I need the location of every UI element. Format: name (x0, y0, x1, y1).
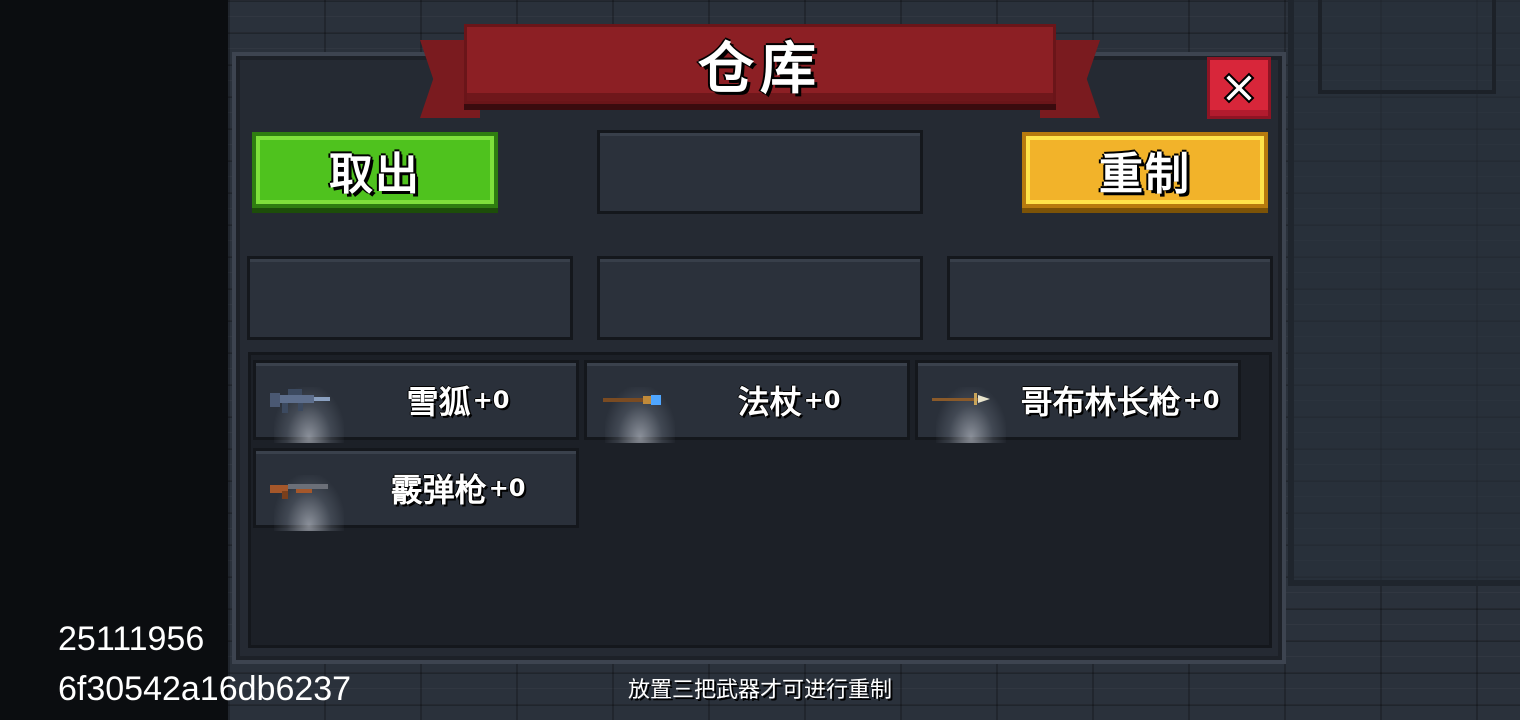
list-item[interactable]: 雪狐 +0 (253, 360, 579, 443)
take-out-button[interactable]: 取出 (252, 132, 498, 208)
list-item[interactable]: 哥布林长枪 +0 (915, 360, 1241, 443)
remake-input-slot-1[interactable] (247, 256, 573, 340)
spear-icon (932, 393, 990, 405)
shotgun-icon (270, 484, 328, 499)
item-name: 霰弹枪 (390, 471, 487, 509)
rifle-icon (270, 389, 330, 413)
close-icon (1223, 72, 1255, 104)
title-banner: 仓库 (464, 24, 1056, 104)
item-name: 雪狐 (406, 383, 471, 421)
remake-hint-text: 放置三把武器才可进行重制 (627, 678, 892, 703)
staff-icon (603, 395, 661, 405)
remake-button[interactable]: 重制 (1022, 132, 1268, 208)
list-item[interactable]: 法杖 +0 (584, 360, 910, 443)
debug-text-line1: 25111956 (58, 620, 205, 658)
item-level: +0 (488, 474, 526, 502)
item-level: +0 (1182, 386, 1220, 414)
dungeon-doorframe (1318, 0, 1496, 94)
remake-result-slot[interactable] (597, 130, 923, 214)
item-level: +0 (803, 386, 841, 414)
page-title: 仓库 (698, 36, 822, 102)
debug-text-line2: 6f30542a16db6237 (58, 670, 352, 708)
item-name: 哥布林长枪 (1020, 383, 1181, 421)
item-level: +0 (472, 386, 510, 414)
remake-input-slot-2[interactable] (597, 256, 923, 340)
remake-input-slot-3[interactable] (947, 256, 1273, 340)
item-name: 法杖 (737, 383, 802, 421)
close-button[interactable] (1207, 57, 1271, 119)
list-item[interactable]: 霰弹枪 +0 (253, 448, 579, 531)
